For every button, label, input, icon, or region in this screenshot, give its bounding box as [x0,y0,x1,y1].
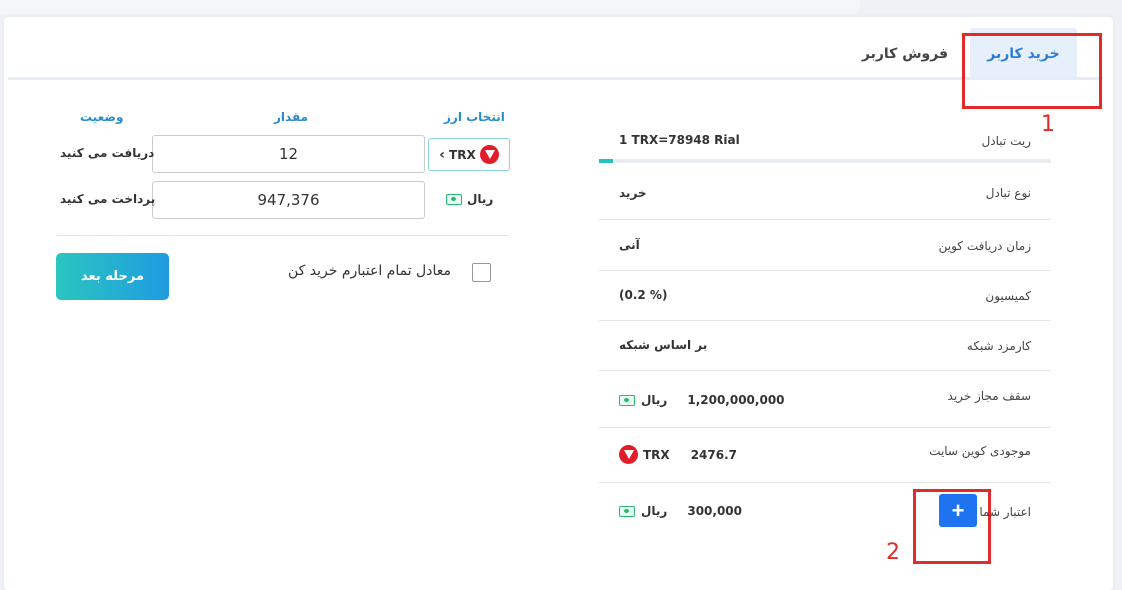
cash-icon [619,505,635,517]
chevron-left-icon: ‹ [439,146,446,163]
receive-label: دریافت می کنید [60,146,155,160]
cash-icon [446,193,462,205]
cash-icon [619,394,635,406]
form-divider [57,235,509,236]
receive-time-label: زمان دریافت کوین [938,239,1031,253]
credit-amount: 300,000 [687,504,742,518]
buy-limit-value: ریال 1,200,000,000 [619,393,785,407]
tab-sell[interactable]: فروش کاربر [850,28,960,80]
credit-label: اعتبار شما [979,505,1031,519]
network-fee-value: بر اساس شبکه [619,338,708,352]
highlight-box-buy-tab [962,33,1102,109]
site-balance-value: TRX 2476.7 [619,445,737,464]
next-step-button[interactable]: مرحله بعد [56,253,169,300]
buy-limit-unit: ریال [641,393,668,407]
pay-amount-input[interactable] [152,181,425,219]
buy-limit-label: سقف مجاز خرید [947,389,1031,403]
header-currency: انتخاب ارز [444,110,505,124]
info-row-network-fee: کارمزد شبکه بر اساس شبکه [599,321,1051,371]
commission-value: (0.2 %) [619,288,668,302]
info-row-commission: کمیسیون (0.2 %) [599,271,1051,321]
network-fee-label: کارمزد شبکه [966,339,1031,353]
info-row-credit: اعتبار شما ریال 300,000 [599,483,1051,540]
rate-value: 1 TRX=78948 Rial [619,133,740,147]
site-balance-amount: 2476.7 [690,447,737,462]
rate-progress-bar [599,159,1051,163]
info-row-site-balance: موجودی کوین سایت TRX 2476.7 [599,428,1051,483]
coin-select-label: TRX [449,147,476,162]
info-row-receive-time: زمان دریافت کوین آنی [599,220,1051,271]
receive-time-value: آنی [619,238,640,252]
pay-label: پرداخت می کنید [60,192,156,206]
receive-amount-input[interactable] [152,135,425,173]
header-status: وضعیت [80,110,124,124]
tabs-underline [8,77,1103,80]
header-amount: مقدار [274,110,309,124]
info-row-buy-limit: سقف مجاز خرید ریال 1,200,000,000 [599,371,1051,428]
coin-select[interactable]: ‹ TRX [428,138,510,171]
commission-label: کمیسیون [985,289,1031,303]
rate-label: ریت تبادل [981,134,1031,148]
site-balance-label: موجودی کوین سایت [929,444,1031,458]
pay-unit-label: ریال [467,192,494,206]
type-value: خرید [619,186,647,200]
buy-all-credit-checkbox[interactable] [472,263,491,282]
buy-limit-amount: 1,200,000,000 [687,393,785,407]
annotation-number-2: 2 [886,540,900,565]
credit-value: ریال 300,000 [619,504,742,518]
add-credit-button[interactable]: + [939,494,977,527]
credit-unit: ریال [641,504,668,518]
tron-icon [619,445,638,464]
pay-unit: ریال [446,192,493,206]
tron-icon [479,145,499,164]
top-bar-background [0,0,860,14]
info-row-type: نوع تبادل خرید [599,166,1051,220]
type-label: نوع تبادل [985,186,1031,200]
site-balance-unit: TRX [643,447,670,462]
info-row-rate: ریت تبادل 1 TRX=78948 Rial [599,126,1051,156]
buy-all-credit-label: معادل تمام اعتبارم خرید کن [288,263,451,279]
